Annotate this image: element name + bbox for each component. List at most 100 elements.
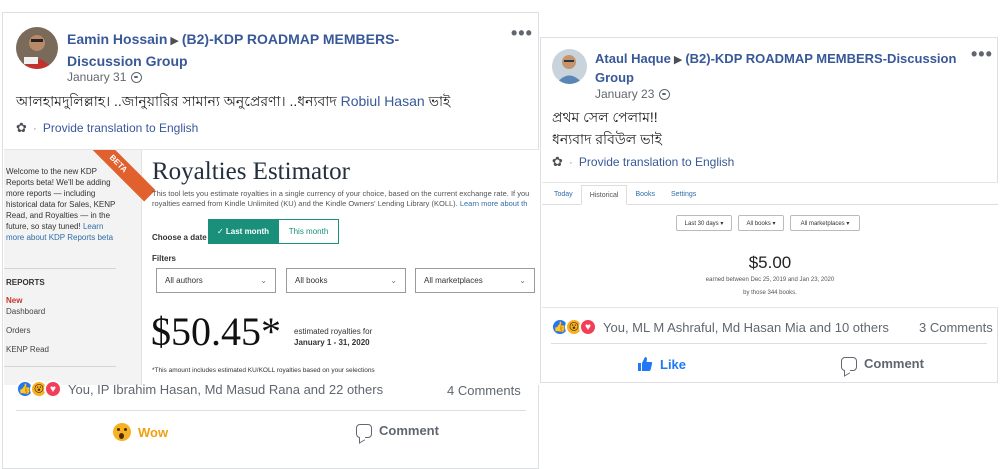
tab-settings[interactable]: Settings — [663, 184, 704, 204]
post-text: আলহামদুলিল্লাহ। ..জানুয়ারির সামান্য অনু… — [16, 91, 450, 111]
attached-screenshot-historical[interactable]: Today Historical Books Settings Last 30 … — [542, 182, 998, 308]
arrow-right-icon: ▶ — [170, 35, 179, 47]
earnings-books: by those 344 books. — [743, 290, 797, 296]
gear-icon: ✿ — [552, 154, 563, 169]
earnings-amount: $5.00 — [748, 253, 792, 272]
this-month-toggle[interactable]: This month — [278, 219, 339, 244]
comment-button[interactable]: Comment — [356, 423, 439, 438]
post-text-body: আলহামদুলিল্লাহ। ..জানুয়ারির সামান্য অনু… — [16, 93, 337, 109]
globe-icon — [131, 71, 143, 83]
reactions-summary[interactable]: 👍 😮 ♥ You, IP Ibrahim Hasan, Md Masud Ra… — [16, 380, 383, 398]
thumbs-up-icon — [638, 357, 653, 371]
post-header: Ataul Haque ▶ (B2)-KDP ROADMAP MEMBERS-Dis… — [595, 50, 967, 86]
kdp-description: This tool lets you estimate royalties in… — [152, 189, 539, 209]
comment-icon — [356, 423, 372, 438]
arrow-right-icon: ▶ — [673, 54, 683, 66]
dropdown-value: All marketplaces — [424, 276, 483, 285]
page-title: Royalties Estimator — [152, 158, 350, 185]
divider — [551, 343, 987, 344]
reaction-icons: 👍 😮 ♥ — [551, 318, 597, 336]
date-text[interactable]: January 31 — [67, 70, 126, 84]
attached-screenshot-royalties[interactable]: BETA Welcome to the new KDP Reports beta… — [4, 149, 539, 385]
more-options-icon[interactable]: ••• — [971, 44, 993, 65]
comments-count[interactable]: 4 Comments — [447, 383, 521, 398]
reactions-text[interactable]: You, IP Ibrahim Hasan, Md Masud Rana and… — [68, 382, 383, 397]
translate-link[interactable]: ✿ · Provide translation to English — [16, 120, 198, 136]
love-icon: ♥ — [579, 318, 597, 336]
new-label: New — [6, 296, 23, 305]
kdp-sidebar: BETA Welcome to the new KDP Reports beta… — [4, 150, 156, 385]
comment-label: Comment — [864, 356, 924, 371]
estimate-line-1: estimated royalties for — [294, 327, 373, 336]
desc-line-1: This tool lets you estimate royalties in… — [152, 189, 530, 198]
dropdown-value: All books — [295, 276, 328, 285]
estimate-label: estimated royalties for January 1 - 31, … — [294, 326, 372, 348]
post-eamin-hossain: Eamin Hossain ▶ (B2)-KDP ROADMAP MEMBERS-D… — [2, 12, 539, 469]
earnings-period: earned between Dec 25, 2019 and Jan 23, … — [705, 277, 835, 283]
nav-orders[interactable]: Orders — [6, 326, 30, 335]
nav-dashboard[interactable]: Dashboard — [6, 307, 45, 316]
estimate-footnote: *This amount includes estimated KU/KOLL … — [152, 367, 375, 374]
mention-link[interactable]: Robiul Hasan — [341, 93, 425, 109]
post-date[interactable]: January 23 — [595, 87, 671, 101]
chevron-down-icon: ⌄ — [390, 276, 397, 285]
tab-historical[interactable]: Historical — [580, 185, 628, 205]
books-dropdown[interactable]: All books ⌄ — [286, 268, 406, 293]
gear-icon: ✿ — [16, 120, 27, 135]
post-date[interactable]: January 31 — [67, 70, 143, 84]
date-range-dropdown[interactable]: Last 30 days ▾ — [676, 215, 732, 231]
post-text-line-2: ধন্যবাদ রবিউল ভাই — [552, 131, 662, 147]
translate-link[interactable]: ✿ · Provide translation to English — [552, 154, 734, 170]
desc-line-2: royalties earned from Kindle Unlimited (… — [152, 199, 458, 208]
date-text[interactable]: January 23 — [595, 87, 654, 101]
author-avatar[interactable] — [552, 49, 587, 84]
wow-icon — [113, 423, 131, 441]
dropdown-value: All authors — [165, 276, 203, 285]
like-label: Like — [660, 356, 687, 372]
royalties-amount: $50.45* — [151, 309, 281, 354]
divider — [4, 366, 116, 367]
translate-text[interactable]: Provide translation to English — [579, 155, 734, 169]
love-icon: ♥ — [44, 380, 62, 398]
books-dropdown[interactable]: All books ▾ — [738, 215, 784, 231]
divider — [4, 268, 116, 269]
like-button[interactable]: Like — [637, 356, 686, 372]
post-header: Eamin Hossain ▶ (B2)-KDP ROADMAP MEMBERS-D… — [67, 29, 467, 71]
kdp-welcome-text: Welcome to the new KDP Reports beta! We'… — [6, 166, 118, 243]
wow-label: Wow — [138, 424, 169, 440]
choose-date-label: Choose a date — [152, 233, 207, 242]
estimate-period: January 1 - 31, 2020 — [294, 338, 370, 347]
reaction-icons: 👍 😮 ♥ — [16, 380, 62, 398]
marketplaces-dropdown[interactable]: All marketplaces ▾ — [790, 215, 860, 231]
post-ataul-haque: Ataul Haque ▶ (B2)-KDP ROADMAP MEMBERS-Dis… — [540, 37, 998, 383]
chevron-down-icon: ⌄ — [260, 276, 267, 285]
authors-dropdown[interactable]: All authors ⌄ — [156, 268, 276, 293]
last-month-toggle[interactable]: ✓ Last month — [208, 219, 278, 244]
tab-books[interactable]: Books — [627, 184, 662, 204]
translate-text[interactable]: Provide translation to English — [43, 121, 198, 135]
separator-dot: · — [568, 155, 573, 169]
chevron-down-icon: ⌄ — [519, 276, 526, 285]
globe-icon — [659, 88, 671, 100]
author-name[interactable]: Ataul Haque — [595, 51, 671, 66]
reactions-summary[interactable]: 👍 😮 ♥ You, ML M Ashraful, Md Hasan Mia a… — [551, 318, 889, 336]
comment-button[interactable]: Comment — [841, 356, 924, 371]
more-options-icon[interactable]: ••• — [511, 23, 533, 44]
post-text-end: ভাই — [428, 93, 451, 109]
separator-dot: · — [32, 121, 37, 135]
marketplaces-dropdown[interactable]: All marketplaces ⌄ — [415, 268, 535, 293]
report-tabs: Today Historical Books Settings — [542, 183, 998, 205]
author-avatar[interactable] — [16, 27, 58, 69]
post-text-line-1: প্রথম সেল পেলাম!! — [552, 109, 658, 125]
comment-icon — [841, 356, 857, 371]
reports-label: REPORTS — [6, 278, 45, 287]
reactions-text[interactable]: You, ML M Ashraful, Md Hasan Mia and 10 … — [603, 320, 889, 335]
comments-count[interactable]: 3 Comments — [919, 320, 993, 335]
comment-label: Comment — [379, 423, 439, 438]
desc-learn-more-link[interactable]: Learn more about th — [460, 199, 528, 208]
nav-kenp-read[interactable]: KENP Read — [6, 345, 49, 354]
wow-reaction-button[interactable]: Wow — [113, 423, 168, 441]
tab-today[interactable]: Today — [546, 184, 581, 204]
filters-label: Filters — [152, 254, 177, 263]
author-name[interactable]: Eamin Hossain — [67, 31, 167, 47]
